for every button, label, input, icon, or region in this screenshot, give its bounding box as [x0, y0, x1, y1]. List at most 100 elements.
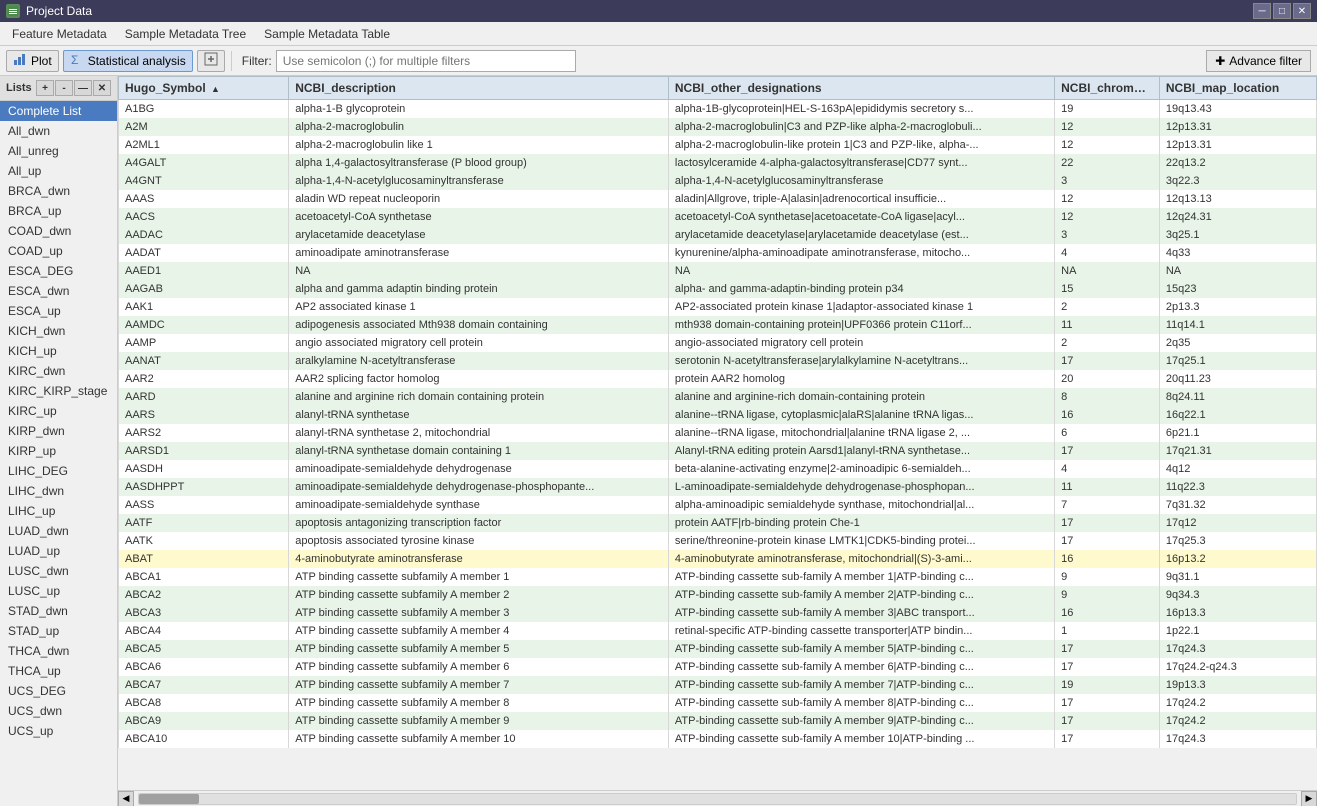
sidebar-item-all-dwn[interactable]: All_dwn	[0, 121, 117, 141]
sidebar-item-all-unreg[interactable]: All_unreg	[0, 141, 117, 161]
sidebar-item-luad-dwn[interactable]: LUAD_dwn	[0, 521, 117, 541]
table-row[interactable]: AANATaralkylamine N-acetyltransferaseser…	[119, 352, 1317, 370]
settings-list-button[interactable]: -	[55, 80, 73, 96]
table-row[interactable]: AARS2alanyl-tRNA synthetase 2, mitochond…	[119, 424, 1317, 442]
table-row[interactable]: ABCA2ATP binding cassette subfamily A me…	[119, 586, 1317, 604]
table-row[interactable]: AASDHPPTaminoadipate-semialdehyde dehydr…	[119, 478, 1317, 496]
sidebar-item-kich-up[interactable]: KICH_up	[0, 341, 117, 361]
table-row[interactable]: AACSacetoacetyl-CoA synthetaseacetoacety…	[119, 208, 1317, 226]
sidebar-item-ucs-dwn[interactable]: UCS_dwn	[0, 701, 117, 721]
sidebar-item-brca-up[interactable]: BRCA_up	[0, 201, 117, 221]
table-row[interactable]: AASSaminoadipate-semialdehyde synthaseal…	[119, 496, 1317, 514]
col-header-hugo[interactable]: Hugo_Symbol ▲	[119, 77, 289, 100]
table-row[interactable]: AADACarylacetamide deacetylasearylacetam…	[119, 226, 1317, 244]
sidebar-item-coad-up[interactable]: COAD_up	[0, 241, 117, 261]
table-row[interactable]: AATFapoptosis antagonizing transcription…	[119, 514, 1317, 532]
sidebar-item-lihc-deg[interactable]: LIHC_DEG	[0, 461, 117, 481]
filter-input[interactable]	[276, 50, 576, 72]
sidebar-item-ucs-up[interactable]: UCS_up	[0, 721, 117, 741]
scrollbar-thumb[interactable]	[139, 794, 199, 804]
sidebar-item-esca-dwn[interactable]: ESCA_dwn	[0, 281, 117, 301]
sidebar-item-kirp-up[interactable]: KIRP_up	[0, 441, 117, 461]
horizontal-scrollbar[interactable]: ◀ ▶	[118, 790, 1317, 806]
sidebar-item-ucs-deg[interactable]: UCS_DEG	[0, 681, 117, 701]
sidebar-item-complete-list[interactable]: Complete List	[0, 101, 117, 121]
table-row[interactable]: A2Malpha-2-macroglobulinalpha-2-macroglo…	[119, 118, 1317, 136]
plot-button[interactable]: Plot	[6, 50, 59, 72]
sidebar-item-thca-dwn[interactable]: THCA_dwn	[0, 641, 117, 661]
table-container[interactable]: Hugo_Symbol ▲ NCBI_description NCBI_othe…	[118, 76, 1317, 790]
table-row[interactable]: ABCA4ATP binding cassette subfamily A me…	[119, 622, 1317, 640]
sidebar-item-brca-dwn[interactable]: BRCA_dwn	[0, 181, 117, 201]
table-row[interactable]: AAASaladin WD repeat nucleoporinaladin|A…	[119, 190, 1317, 208]
col-header-ncbi-map[interactable]: NCBI_map_location	[1159, 77, 1316, 100]
sidebar-item-lihc-up[interactable]: LIHC_up	[0, 501, 117, 521]
sidebar-item-kirc-up[interactable]: KIRC_up	[0, 401, 117, 421]
table-row[interactable]: AARSalanyl-tRNA synthetasealanine--tRNA …	[119, 406, 1317, 424]
sidebar-item-kirp-dwn[interactable]: KIRP_dwn	[0, 421, 117, 441]
table-row[interactable]: AAK1AP2 associated kinase 1AP2-associate…	[119, 298, 1317, 316]
sidebar-item-kirc-kirp-stage[interactable]: KIRC_KIRP_stage	[0, 381, 117, 401]
table-row[interactable]: A4GNTalpha-1,4-N-acetylglucosaminyltrans…	[119, 172, 1317, 190]
table-row[interactable]: ABCA5ATP binding cassette subfamily A me…	[119, 640, 1317, 658]
menu-sample-metadata-tree[interactable]: Sample Metadata Tree	[117, 25, 254, 43]
sidebar-item-stad-up[interactable]: STAD_up	[0, 621, 117, 641]
scroll-right-button[interactable]: ▶	[1301, 791, 1317, 806]
minimize-button[interactable]: ─	[1253, 3, 1271, 19]
maximize-button[interactable]: □	[1273, 3, 1291, 19]
table-row[interactable]: ABCA3ATP binding cassette subfamily A me…	[119, 604, 1317, 622]
stats-button[interactable]: Σ Statistical analysis	[63, 50, 193, 72]
table-row[interactable]: AASDHaminoadipate-semialdehyde dehydroge…	[119, 460, 1317, 478]
table-row[interactable]: AAED1NANANANA	[119, 262, 1317, 280]
sidebar-item-kich-dwn[interactable]: KICH_dwn	[0, 321, 117, 341]
menu-sample-metadata-table[interactable]: Sample Metadata Table	[256, 25, 398, 43]
table-row[interactable]: ABAT4-aminobutyrate aminotransferase4-am…	[119, 550, 1317, 568]
cell-ncbi_chr: 9	[1055, 568, 1160, 586]
table-row[interactable]: ABCA9ATP binding cassette subfamily A me…	[119, 712, 1317, 730]
sidebar-item-coad-dwn[interactable]: COAD_dwn	[0, 221, 117, 241]
table-row[interactable]: AARDalanine and arginine rich domain con…	[119, 388, 1317, 406]
table-row[interactable]: ABCA7ATP binding cassette subfamily A me…	[119, 676, 1317, 694]
add-list-button[interactable]: +	[36, 80, 54, 96]
sidebar-item-all-up[interactable]: All_up	[0, 161, 117, 181]
sidebar-item-kirc-dwn[interactable]: KIRC_dwn	[0, 361, 117, 381]
table-row[interactable]: AAR2AAR2 splicing factor homologprotein …	[119, 370, 1317, 388]
table-row[interactable]: A4GALTalpha 1,4-galactosyltransferase (P…	[119, 154, 1317, 172]
col-header-ncbi-desc[interactable]: NCBI_description	[289, 77, 669, 100]
table-row[interactable]: AAMDCadipogenesis associated Mth938 doma…	[119, 316, 1317, 334]
minus-list-button[interactable]: —	[74, 80, 92, 96]
sidebar-item-lihc-dwn[interactable]: LIHC_dwn	[0, 481, 117, 501]
table-row[interactable]: AAMPangio associated migratory cell prot…	[119, 334, 1317, 352]
sidebar-item-lusc-up[interactable]: LUSC_up	[0, 581, 117, 601]
scrollbar-track[interactable]	[138, 793, 1297, 805]
sidebar-item-esca-deg[interactable]: ESCA_DEG	[0, 261, 117, 281]
scroll-left-button[interactable]: ◀	[118, 791, 134, 806]
col-header-ncbi-chr[interactable]: NCBI_chromosome	[1055, 77, 1160, 100]
table-row[interactable]: ABCA1ATP binding cassette subfamily A me…	[119, 568, 1317, 586]
table-row[interactable]: A1BGalpha-1-B glycoproteinalpha-1B-glyco…	[119, 100, 1317, 118]
cell-hugo: ABAT	[119, 550, 289, 568]
close-button[interactable]: ✕	[1293, 3, 1311, 19]
cell-ncbi_map: 19q13.43	[1159, 100, 1316, 118]
remove-list-button[interactable]: ✕	[93, 80, 111, 96]
cell-ncbi_map: 17q12	[1159, 514, 1316, 532]
sidebar-item-thca-up[interactable]: THCA_up	[0, 661, 117, 681]
cell-ncbi_map: 17q24.2	[1159, 694, 1316, 712]
sidebar-item-luad-up[interactable]: LUAD_up	[0, 541, 117, 561]
table-row[interactable]: AAGABalpha and gamma adaptin binding pro…	[119, 280, 1317, 298]
table-row[interactable]: ABCA8ATP binding cassette subfamily A me…	[119, 694, 1317, 712]
table-row[interactable]: AARSD1alanyl-tRNA synthetase domain cont…	[119, 442, 1317, 460]
sidebar-item-stad-dwn[interactable]: STAD_dwn	[0, 601, 117, 621]
sidebar-item-lusc-dwn[interactable]: LUSC_dwn	[0, 561, 117, 581]
table-row[interactable]: ABCA10ATP binding cassette subfamily A m…	[119, 730, 1317, 748]
table-row[interactable]: AATKapoptosis associated tyrosine kinase…	[119, 532, 1317, 550]
advance-filter-button[interactable]: ✚ Advance filter	[1206, 50, 1311, 72]
table-row[interactable]: AADATaminoadipate aminotransferasekynure…	[119, 244, 1317, 262]
menu-feature-metadata[interactable]: Feature Metadata	[4, 25, 115, 43]
col-header-ncbi-other[interactable]: NCBI_other_designations	[668, 77, 1054, 100]
table-row[interactable]: A2ML1alpha-2-macroglobulin like 1alpha-2…	[119, 136, 1317, 154]
export-button[interactable]	[197, 50, 225, 72]
table-row[interactable]: ABCA6ATP binding cassette subfamily A me…	[119, 658, 1317, 676]
sidebar-item-esca-up[interactable]: ESCA_up	[0, 301, 117, 321]
cell-ncbi_map: 17q24.3	[1159, 730, 1316, 748]
